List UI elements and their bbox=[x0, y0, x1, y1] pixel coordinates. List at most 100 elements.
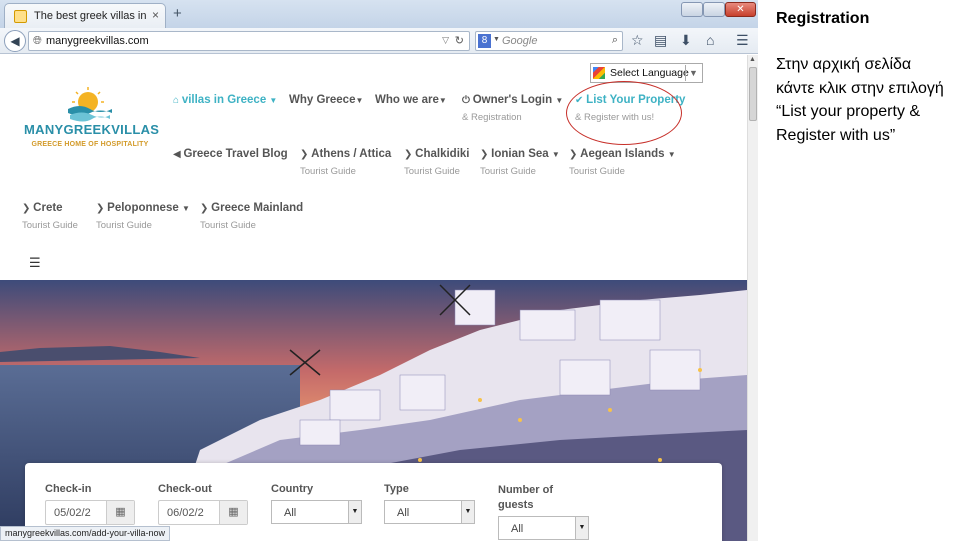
menu-sublabel: Tourist Guide bbox=[22, 220, 78, 231]
minimize-button[interactable] bbox=[681, 2, 703, 17]
tab-title: The best greek villas in one... bbox=[34, 10, 149, 22]
menu-villas-in-greece[interactable]: ⌂ villas in Greece ▼ bbox=[173, 94, 277, 106]
checkout-label: Check-out bbox=[158, 483, 212, 495]
sun-waves-logo-icon bbox=[68, 87, 112, 122]
menu-ionian-sea[interactable]: ❯ Ionian Sea ▼ Tourist Guide bbox=[480, 148, 560, 177]
download-icon[interactable]: ⬇ bbox=[680, 32, 692, 49]
chevron-right-icon: ❯ bbox=[569, 149, 581, 160]
menu-owners-login[interactable]: ⏻ Owner's Login ▼ & Registration bbox=[462, 94, 563, 123]
menu-label: Chalkidiki bbox=[415, 148, 470, 160]
url-text[interactable]: manygreekvillas.com bbox=[46, 35, 149, 47]
menu-greece-travel-blog[interactable]: ◀ Greece Travel Blog bbox=[173, 148, 288, 160]
navigation-bar: ◀ 🌐︎ manygreekvillas.com ▽ ↻ 8 ▼ Google … bbox=[0, 28, 758, 54]
menu-athens-attica[interactable]: ❯ Athens / Attica Tourist Guide bbox=[300, 148, 391, 177]
reload-icon[interactable]: ↻ bbox=[455, 34, 464, 47]
chevron-down-icon[interactable]: ▼ bbox=[461, 501, 474, 523]
menu-aegean-islands[interactable]: ❯ Aegean Islands ▼ Tourist Guide bbox=[569, 148, 676, 177]
engine-dropdown-icon[interactable]: ▼ bbox=[493, 36, 500, 43]
status-bar-url: manygreekvillas.com/add-your-villa-now bbox=[0, 526, 171, 541]
clipboard-icon[interactable]: ▤ bbox=[654, 32, 667, 49]
favicon-icon bbox=[14, 10, 27, 23]
site-logo[interactable]: MANYGREEKVILLAS GREECE HOME OF HOSPITALI… bbox=[24, 85, 160, 157]
caret-down-icon: ▼ bbox=[269, 96, 278, 105]
menu-sublabel: Tourist Guide bbox=[480, 166, 536, 177]
highlight-circle bbox=[566, 81, 682, 145]
caret-down-icon: ▼ bbox=[551, 150, 560, 159]
menu-label: Why Greece bbox=[289, 94, 356, 106]
star-icon[interactable]: ☆ bbox=[631, 32, 644, 49]
chevron-right-icon: ❯ bbox=[22, 203, 34, 214]
guests-value: All bbox=[511, 523, 524, 535]
title-bar: The best greek villas in one... × + ✕ bbox=[0, 0, 758, 28]
note-body: Στην αρχική σελίδα κάντε κλικ στην επιλο… bbox=[776, 56, 944, 144]
menu-label: Athens / Attica bbox=[311, 148, 392, 160]
back-arrow-icon[interactable]: ◀ bbox=[4, 30, 26, 52]
menu-peloponnese[interactable]: ❯ Peloponnese ▼ Tourist Guide bbox=[96, 202, 190, 231]
chevron-down-icon[interactable]: ▼ bbox=[348, 501, 361, 523]
menu-who-we-are[interactable]: Who we are▼ bbox=[375, 94, 447, 106]
new-tab-button[interactable]: + bbox=[173, 5, 182, 22]
language-select[interactable]: Select Language ▼ bbox=[590, 63, 703, 83]
menu-crete[interactable]: ❯ Crete Tourist Guide bbox=[22, 202, 78, 231]
logo-tagline: GREECE HOME OF HOSPITALITY bbox=[31, 141, 149, 148]
scrollbar-thumb[interactable] bbox=[749, 67, 757, 121]
hamburger-menu-icon[interactable]: ☰ bbox=[29, 255, 41, 271]
calendar-icon[interactable]: ▦ bbox=[106, 501, 134, 524]
slide: The best greek villas in one... × + ✕ ◀ … bbox=[0, 0, 959, 541]
checkout-value[interactable]: 06/02/2 bbox=[167, 507, 204, 519]
calendar-icon[interactable]: ▦ bbox=[219, 501, 247, 524]
search-icon[interactable]: ⌕ bbox=[612, 34, 618, 47]
menu-why-greece[interactable]: Why Greece▼ bbox=[289, 94, 363, 106]
menu-label: Crete bbox=[33, 202, 63, 214]
search-bar[interactable]: 8 ▼ Google ⌕ bbox=[475, 31, 623, 51]
menu-sublabel: Tourist Guide bbox=[404, 166, 460, 177]
menu-sublabel: Tourist Guide bbox=[96, 220, 152, 231]
menu-label: Aegean Islands bbox=[580, 148, 665, 160]
power-icon: ⏻ bbox=[462, 95, 473, 106]
checkin-value[interactable]: 05/02/2 bbox=[54, 507, 91, 519]
home-icon: ⌂ bbox=[173, 95, 182, 106]
scroll-up-icon[interactable]: ▲ bbox=[749, 56, 756, 63]
menu-sublabel: Tourist Guide bbox=[300, 166, 356, 177]
page-scrollbar[interactable]: ▲ bbox=[747, 55, 758, 541]
window-close-button[interactable]: ✕ bbox=[725, 2, 756, 17]
checkin-field[interactable]: 05/02/2 ▦ bbox=[45, 500, 135, 525]
chevron-right-icon: ❯ bbox=[96, 203, 108, 214]
url-dropdown-icon[interactable]: ▽ bbox=[442, 35, 449, 46]
logo-name: MANYGREEKVILLAS bbox=[24, 122, 160, 137]
checkout-field[interactable]: 06/02/2 ▦ bbox=[158, 500, 248, 525]
menu-label: Peloponnese bbox=[107, 202, 179, 214]
country-select[interactable]: All ▼ bbox=[271, 500, 362, 524]
guests-select[interactable]: All ▼ bbox=[498, 516, 589, 540]
note-title: Registration bbox=[776, 10, 870, 27]
browser-tab[interactable]: The best greek villas in one... × bbox=[4, 3, 166, 28]
browser-window: The best greek villas in one... × + ✕ ◀ … bbox=[0, 0, 758, 541]
search-engine-icon[interactable]: 8 bbox=[478, 34, 491, 48]
caret-down-icon: ▼ bbox=[181, 204, 190, 213]
menu-chalkidiki[interactable]: ❯ Chalkidiki Tourist Guide bbox=[404, 148, 470, 177]
menu-label: villas in Greece bbox=[181, 94, 267, 106]
menu-label: Greece Mainland bbox=[211, 202, 304, 214]
chevron-right-icon: ❯ bbox=[200, 203, 212, 214]
google-translate-icon bbox=[593, 67, 605, 79]
globe-icon: 🌐︎ bbox=[33, 35, 42, 47]
menu-label: Greece Travel Blog bbox=[183, 148, 288, 160]
type-select[interactable]: All ▼ bbox=[384, 500, 475, 524]
caret-down-icon: ▼ bbox=[555, 96, 564, 105]
menu-icon[interactable]: ☰ bbox=[736, 32, 749, 49]
maximize-button[interactable] bbox=[703, 2, 725, 17]
menu-label: Who we are bbox=[375, 94, 439, 106]
tab-close-icon[interactable]: × bbox=[152, 8, 159, 22]
menu-greece-mainland[interactable]: ❯ Greece Mainland Tourist Guide bbox=[200, 202, 303, 231]
address-bar[interactable]: 🌐︎ manygreekvillas.com ▽ ↻ bbox=[28, 31, 470, 51]
country-value: All bbox=[284, 507, 297, 519]
chevron-down-icon[interactable]: ▼ bbox=[575, 517, 588, 539]
search-input[interactable]: Google bbox=[502, 35, 537, 47]
chevron-right-icon: ❯ bbox=[480, 149, 492, 160]
menu-label: Owner's Login bbox=[472, 94, 553, 106]
caret-down-icon: ▼ bbox=[667, 150, 676, 159]
menu-sublabel: Tourist Guide bbox=[200, 220, 256, 231]
home-icon[interactable]: ⌂ bbox=[706, 32, 714, 48]
chevron-right-icon: ❯ bbox=[300, 149, 312, 160]
chevron-down-icon[interactable]: ▼ bbox=[685, 65, 701, 81]
